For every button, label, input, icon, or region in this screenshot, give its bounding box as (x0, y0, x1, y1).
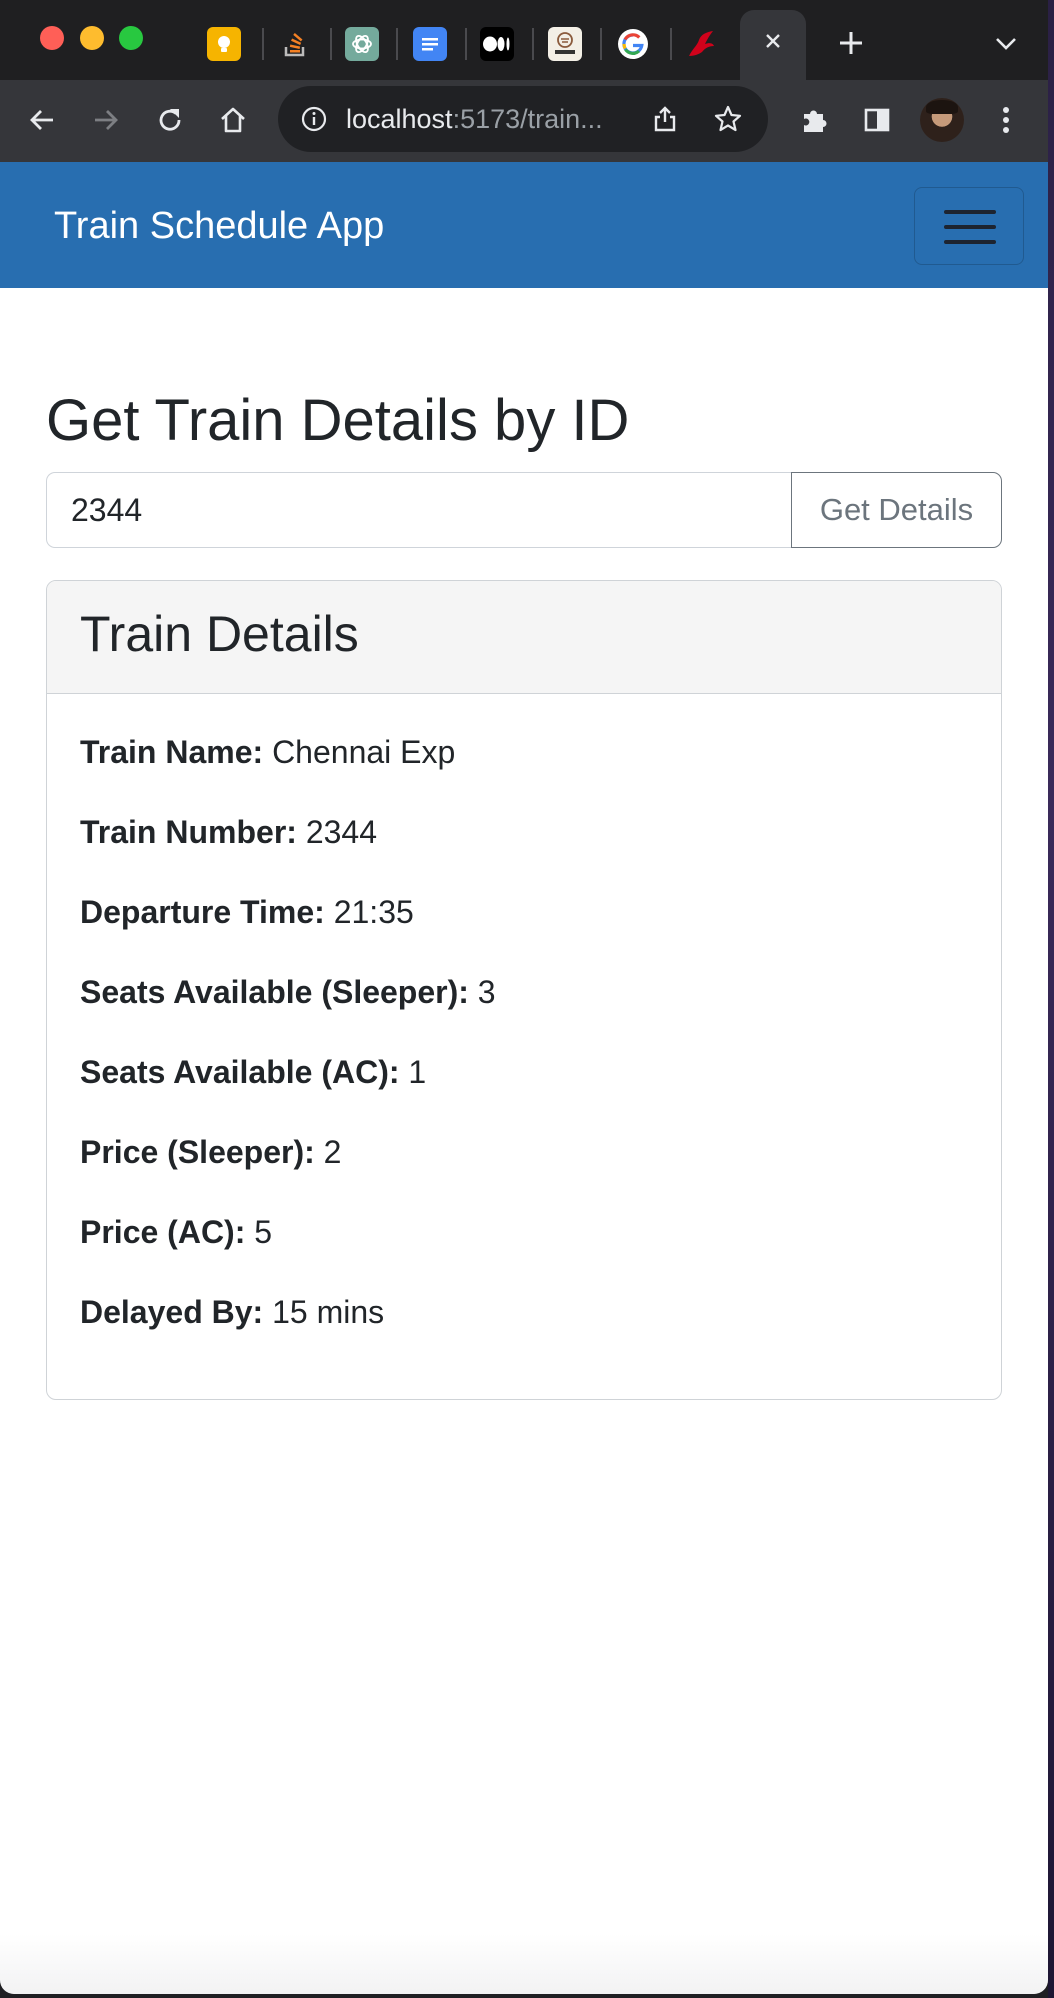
star-icon[interactable] (710, 101, 746, 137)
get-details-button[interactable]: Get Details (791, 472, 1002, 548)
browser-toolbar: localhost:5173/train... (0, 80, 1048, 162)
keep-icon[interactable] (207, 27, 241, 61)
detail-label: Price (Sleeper): (80, 1134, 315, 1170)
google-docs-icon[interactable] (413, 27, 447, 61)
tab-separator (262, 28, 264, 60)
home-icon[interactable] (209, 96, 257, 144)
window-bottom-shadow (0, 1934, 1048, 1994)
detail-value: Chennai Exp (272, 734, 456, 770)
share-icon[interactable] (648, 102, 682, 136)
forward-icon[interactable] (82, 96, 130, 144)
detail-value: 2 (323, 1134, 342, 1170)
detail-seats-sleeper: Seats Available (Sleeper): 3 (80, 972, 496, 1012)
hamburger-icon (944, 225, 996, 229)
detail-label: Seats Available (AC): (80, 1054, 400, 1090)
card-title: Train Details (80, 606, 359, 662)
google-icon[interactable] (616, 27, 650, 61)
card-header: Train Details (47, 581, 1001, 694)
detail-seats-ac: Seats Available (AC): 1 (80, 1052, 426, 1092)
navbar-brand[interactable]: Train Schedule App (54, 204, 384, 248)
chatgpt-icon[interactable] (345, 27, 379, 61)
profile-avatar[interactable] (920, 98, 964, 142)
close-tab-icon[interactable] (756, 24, 790, 58)
hamburger-icon (944, 240, 996, 244)
stackoverflow-icon[interactable] (278, 27, 312, 61)
reload-icon[interactable] (146, 96, 194, 144)
page-title: Get Train Details by ID (46, 388, 630, 453)
url-host: localhost (346, 104, 453, 134)
url-path: :5173/train... (452, 104, 603, 134)
detail-price-sleeper: Price (Sleeper): 2 (80, 1132, 341, 1172)
tab-strip (0, 0, 1048, 80)
new-tab-icon[interactable] (832, 24, 870, 62)
detail-value: 1 (408, 1054, 427, 1090)
detail-label: Delayed By: (80, 1294, 264, 1330)
minimize-window-button[interactable] (80, 26, 104, 50)
menu-icon[interactable] (982, 96, 1030, 144)
tab-separator (600, 28, 602, 60)
detail-value: 21:35 (333, 894, 414, 930)
extensions-icon[interactable] (790, 96, 838, 144)
address-bar[interactable]: localhost:5173/train... (278, 86, 768, 152)
detail-value: 15 mins (272, 1294, 385, 1330)
detail-value: 3 (477, 974, 496, 1010)
close-window-button[interactable] (40, 26, 64, 50)
detail-price-ac: Price (AC): 5 (80, 1212, 272, 1252)
detail-train-number: Train Number: 2344 (80, 812, 377, 852)
train-details-card: Train Details Train Name: Chennai Exp Tr… (46, 580, 1002, 1400)
navbar-toggler-button[interactable] (914, 187, 1024, 265)
browser-window: localhost:5173/train... Train Schedule A… (0, 0, 1048, 1994)
ninja-icon[interactable] (684, 27, 718, 61)
tab-separator (465, 28, 467, 60)
back-icon[interactable] (18, 96, 66, 144)
detail-label: Price (AC): (80, 1214, 246, 1250)
detail-departure-time: Departure Time: 21:35 (80, 892, 414, 932)
detail-label: Train Name: (80, 734, 264, 770)
url-text[interactable]: localhost:5173/train... (346, 104, 603, 134)
detail-label: Seats Available (Sleeper): (80, 974, 469, 1010)
detail-delayed-by: Delayed By: 15 mins (80, 1292, 384, 1332)
detail-label: Train Number: (80, 814, 297, 850)
train-id-input[interactable] (46, 472, 792, 548)
tab-separator (330, 28, 332, 60)
detail-value: 2344 (305, 814, 377, 850)
tab-separator (396, 28, 398, 60)
hamburger-icon (944, 210, 996, 214)
medium-icon[interactable] (480, 27, 514, 61)
app-navbar: Train Schedule App (0, 162, 1048, 288)
maximize-window-button[interactable] (119, 26, 143, 50)
info-icon[interactable] (298, 103, 330, 135)
detail-label: Departure Time: (80, 894, 325, 930)
sidepanel-icon[interactable] (853, 96, 901, 144)
desktop-background (1048, 0, 1054, 1998)
detail-train-name: Train Name: Chennai Exp (80, 732, 455, 772)
tab-separator (670, 28, 672, 60)
bookreader-icon[interactable] (548, 27, 582, 61)
tab-separator (532, 28, 534, 60)
detail-value: 5 (254, 1214, 273, 1250)
chevron-down-icon[interactable] (988, 26, 1024, 62)
